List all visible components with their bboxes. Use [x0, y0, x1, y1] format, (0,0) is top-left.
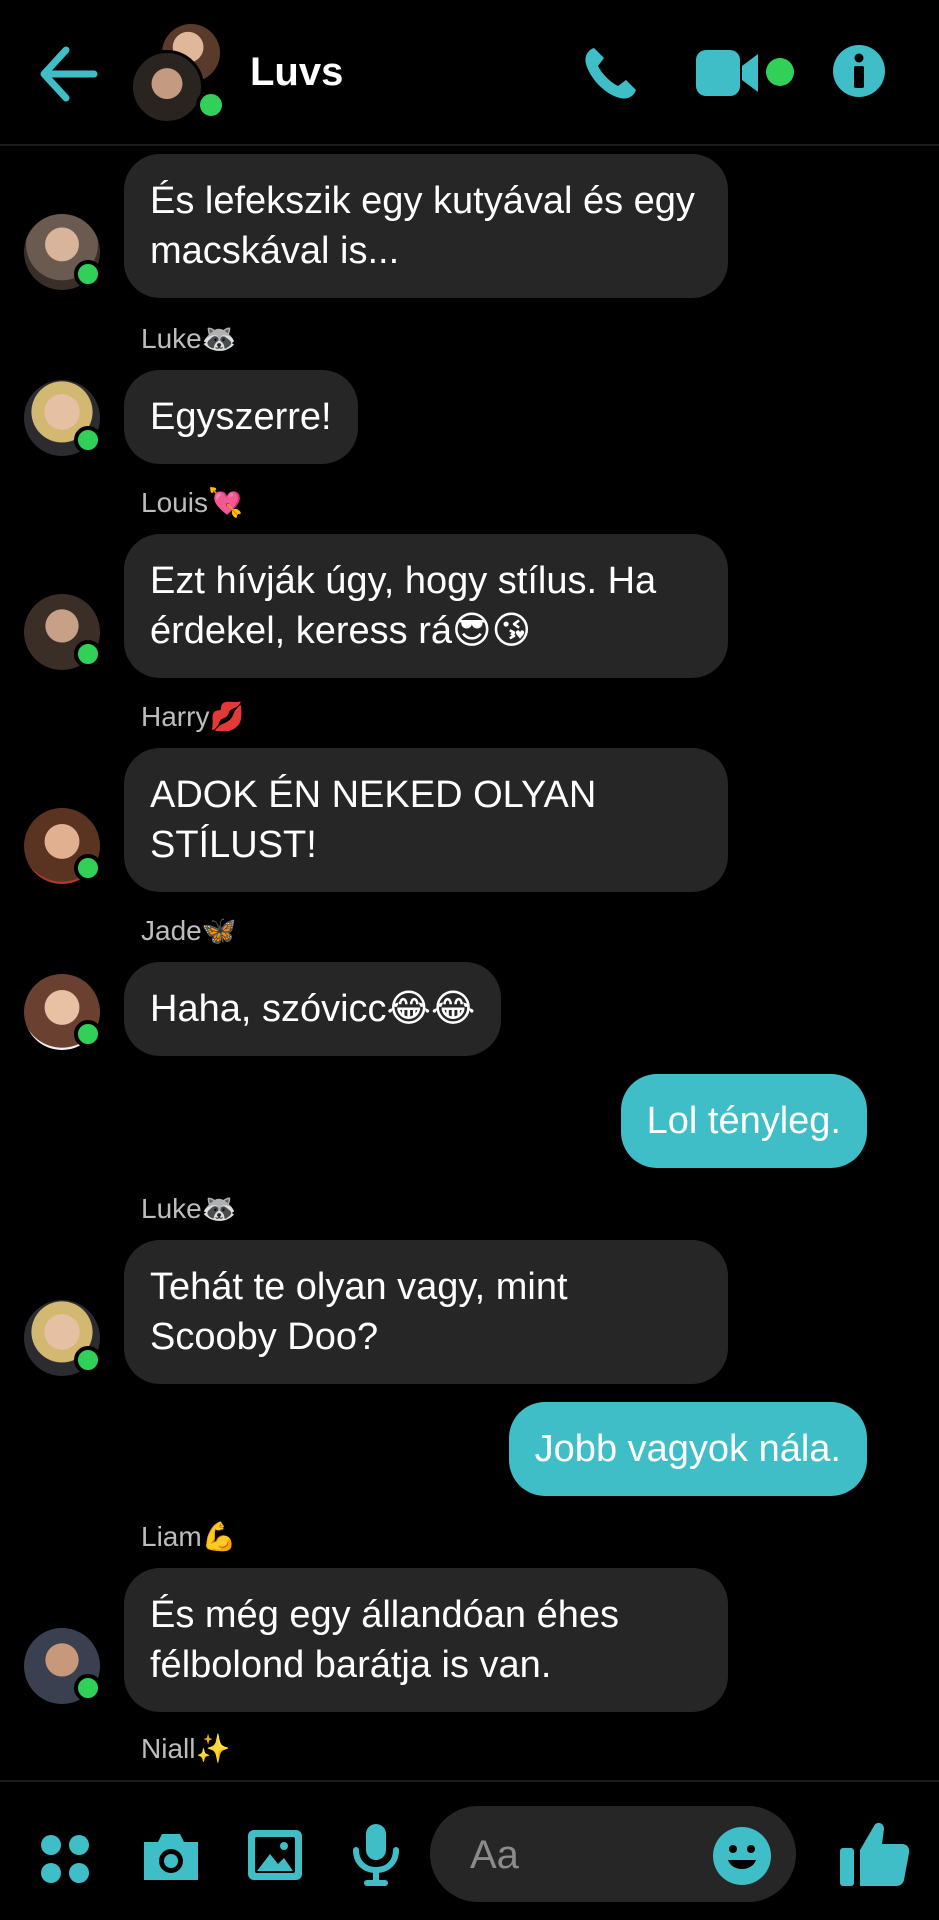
gallery-icon[interactable] — [246, 1828, 304, 1882]
sender-name: Jade🦋 — [141, 915, 237, 946]
sender-avatar[interactable] — [24, 380, 102, 456]
message-bubble[interactable]: Haha, szóvicc😂😂 — [124, 962, 502, 1056]
message-bubble[interactable]: ADOK ÉN NEKED OLYAN STÍLUST! — [124, 748, 728, 892]
message-input-container[interactable] — [430, 1806, 796, 1902]
sender-name: Luke🦝 — [141, 323, 237, 354]
microphone-icon[interactable] — [352, 1822, 400, 1888]
sender-avatar[interactable] — [24, 974, 102, 1050]
message-bubble[interactable]: És lefekszik egy kutyával és egy macskáv… — [124, 154, 728, 298]
message-input[interactable] — [468, 1828, 692, 1882]
sender-avatar[interactable] — [24, 594, 102, 670]
sender-avatar[interactable] — [24, 1628, 102, 1704]
thumbs-up-icon[interactable] — [838, 1818, 910, 1890]
message-bubble[interactable]: Ezt hívják úgy, hogy stílus. Ha érdekel,… — [124, 534, 728, 678]
info-icon[interactable] — [832, 44, 886, 98]
apps-icon[interactable] — [40, 1834, 90, 1884]
online-status-dot — [74, 854, 102, 882]
composer-bar — [0, 1780, 939, 1920]
sender-name: Louis💘 — [141, 487, 243, 518]
my-message-bubble[interactable]: Jobb vagyok nála. — [508, 1402, 867, 1496]
online-status-dot — [196, 90, 226, 120]
message-list[interactable]: És lefekszik egy kutyával és egy macskáv… — [0, 148, 939, 1778]
video-active-dot — [766, 58, 794, 86]
back-arrow-icon[interactable] — [36, 44, 100, 104]
sender-name: Harry💋 — [141, 701, 245, 732]
sender-name: Liam💪 — [141, 1521, 237, 1552]
online-status-dot — [74, 640, 102, 668]
message-bubble[interactable]: És még egy állandóan éhes félbolond bará… — [124, 1568, 728, 1712]
online-status-dot — [74, 260, 102, 288]
my-message-bubble[interactable]: Lol tényleg. — [620, 1074, 867, 1168]
group-avatar-photo-2 — [130, 50, 204, 124]
sender-avatar[interactable] — [24, 808, 102, 884]
video-camera-icon[interactable] — [696, 50, 762, 96]
chat-header: Luvs — [0, 0, 939, 146]
phone-icon[interactable] — [580, 44, 640, 104]
online-status-dot — [74, 1346, 102, 1374]
conversation-title[interactable]: Luvs — [250, 50, 343, 95]
online-status-dot — [74, 426, 102, 454]
camera-icon[interactable] — [140, 1830, 202, 1884]
sender-avatar[interactable] — [24, 214, 102, 290]
emoji-icon[interactable] — [712, 1826, 772, 1886]
group-avatar[interactable] — [130, 24, 240, 124]
sender-name: Niall✨ — [141, 1733, 231, 1764]
message-bubble[interactable]: Tehát te olyan vagy, mint Scooby Doo? — [124, 1240, 728, 1384]
online-status-dot — [74, 1020, 102, 1048]
message-bubble[interactable]: Egyszerre! — [124, 370, 358, 464]
online-status-dot — [74, 1674, 102, 1702]
sender-name: Luke🦝 — [141, 1193, 237, 1224]
sender-avatar[interactable] — [24, 1300, 102, 1376]
